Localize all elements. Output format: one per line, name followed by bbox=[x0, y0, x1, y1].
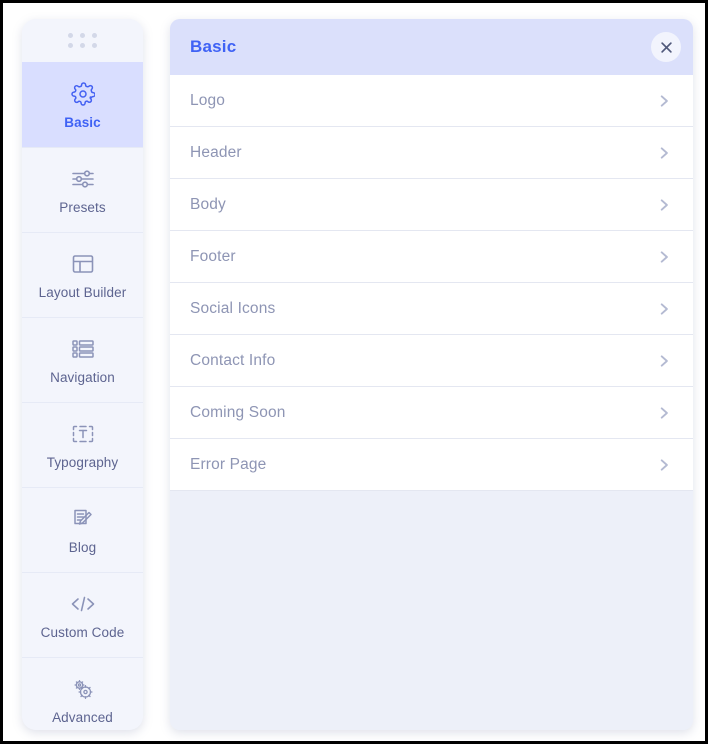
list-item[interactable]: Social Icons bbox=[170, 283, 693, 335]
list-item[interactable]: Logo bbox=[170, 75, 693, 127]
list-item-label: Logo bbox=[190, 91, 226, 109]
chevron-right-icon bbox=[657, 144, 671, 162]
sidebar-item-blog[interactable]: Blog bbox=[22, 487, 143, 572]
close-button[interactable] bbox=[651, 32, 681, 62]
sidebar-item-label: Custom Code bbox=[40, 624, 125, 640]
list-item-label: Header bbox=[190, 143, 242, 161]
list-item-label: Contact Info bbox=[190, 351, 276, 369]
chevron-right-icon bbox=[657, 300, 671, 318]
list-item[interactable]: Body bbox=[170, 179, 693, 231]
grid-dots-icon bbox=[68, 33, 97, 48]
settings-list: Logo Header Body Footer Social Icons Con… bbox=[170, 75, 693, 491]
list-item[interactable]: Footer bbox=[170, 231, 693, 283]
basic-settings-panel: Basic Logo Header Body Footer Social Ico… bbox=[170, 19, 693, 730]
list-item-label: Coming Soon bbox=[190, 403, 286, 421]
page-title: Basic bbox=[190, 37, 237, 56]
sidebar-item-layout-builder[interactable]: Layout Builder bbox=[22, 232, 143, 317]
sidebar-item-label: Navigation bbox=[50, 369, 115, 385]
list-item-label: Error Page bbox=[190, 455, 267, 473]
list-item-label: Body bbox=[190, 195, 226, 213]
chevron-right-icon bbox=[657, 248, 671, 266]
chevron-right-icon bbox=[657, 92, 671, 110]
chevron-right-icon bbox=[657, 456, 671, 474]
double-gear-icon bbox=[70, 676, 96, 702]
close-icon bbox=[659, 40, 674, 55]
document-pencil-icon bbox=[70, 506, 96, 532]
list-item-label: Footer bbox=[190, 247, 236, 265]
sidebar-item-typography[interactable]: Typography bbox=[22, 402, 143, 487]
sidebar-item-label: Blog bbox=[68, 539, 97, 555]
text-box-icon bbox=[70, 421, 96, 447]
sidebar-item-label: Layout Builder bbox=[38, 284, 127, 300]
panel-empty-area bbox=[170, 491, 693, 730]
sidebar-item-advanced[interactable]: Advanced bbox=[22, 657, 143, 730]
gear-icon bbox=[70, 81, 96, 107]
sliders-icon bbox=[70, 166, 96, 192]
list-item-label: Social Icons bbox=[190, 299, 276, 317]
chevron-right-icon bbox=[657, 352, 671, 370]
sidebar-item-basic[interactable]: Basic bbox=[22, 62, 143, 147]
list-item[interactable]: Contact Info bbox=[170, 335, 693, 387]
sidebar-item-label: Advanced bbox=[52, 709, 113, 725]
list-icon bbox=[70, 336, 96, 362]
app-screenshot: Basic Presets Layout Builder Navigation … bbox=[0, 0, 708, 744]
code-brackets-icon bbox=[70, 591, 96, 617]
sidebar-item-navigation[interactable]: Navigation bbox=[22, 317, 143, 402]
chevron-right-icon bbox=[657, 196, 671, 214]
sidebar-item-label: Basic bbox=[64, 114, 101, 130]
sidebar: Basic Presets Layout Builder Navigation … bbox=[22, 19, 143, 730]
list-item[interactable]: Error Page bbox=[170, 439, 693, 491]
sidebar-item-presets[interactable]: Presets bbox=[22, 147, 143, 232]
layout-icon bbox=[70, 251, 96, 277]
panel-header: Basic bbox=[170, 19, 693, 75]
sidebar-item-label: Presets bbox=[59, 199, 106, 215]
sidebar-item-custom-code[interactable]: Custom Code bbox=[22, 572, 143, 657]
chevron-right-icon bbox=[657, 404, 671, 422]
list-item[interactable]: Header bbox=[170, 127, 693, 179]
sidebar-drag-handle[interactable] bbox=[22, 19, 143, 62]
list-item[interactable]: Coming Soon bbox=[170, 387, 693, 439]
sidebar-item-label: Typography bbox=[46, 454, 119, 470]
